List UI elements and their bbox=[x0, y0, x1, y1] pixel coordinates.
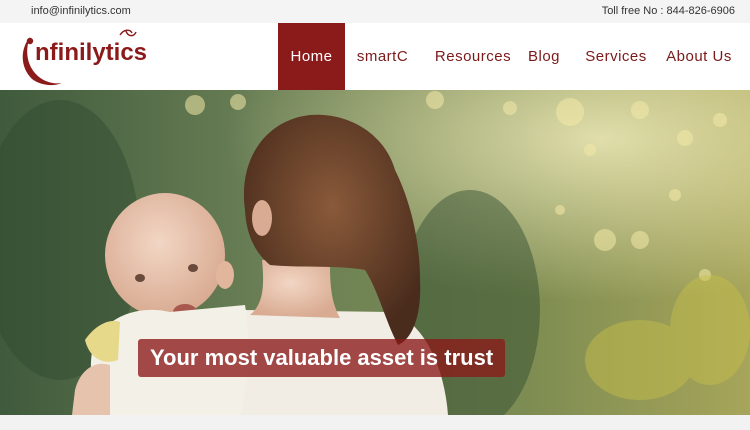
nav-item-services[interactable]: Services bbox=[582, 23, 650, 90]
nav-item-blog[interactable]: Blog bbox=[526, 23, 562, 90]
hero-banner: Your most valuable asset is trust bbox=[0, 90, 750, 415]
svg-text:nfinilytics: nfinilytics bbox=[35, 39, 147, 66]
page-bottom-strip bbox=[0, 415, 750, 430]
nav-item-about-us[interactable]: About Us bbox=[665, 23, 733, 90]
nav-item-resources[interactable]: Resources bbox=[420, 23, 526, 90]
nav-item-home[interactable]: Home bbox=[278, 23, 345, 90]
hero-tagline: Your most valuable asset is trust bbox=[138, 339, 506, 377]
infinilytics-logo-icon: nfinilytics bbox=[22, 29, 147, 86]
nav-item-smartc[interactable]: smartC bbox=[345, 23, 420, 90]
toll-free-number: Toll free No : 844-826-6906 bbox=[601, 5, 735, 17]
email-link[interactable]: info@infinilytics.com bbox=[31, 5, 131, 17]
brand-logo[interactable]: nfinilytics bbox=[18, 27, 163, 89]
main-header: nfinilytics Home smartC Resources Blog S… bbox=[0, 23, 750, 90]
top-info-bar: info@infinilytics.com Toll free No : 844… bbox=[0, 0, 750, 23]
